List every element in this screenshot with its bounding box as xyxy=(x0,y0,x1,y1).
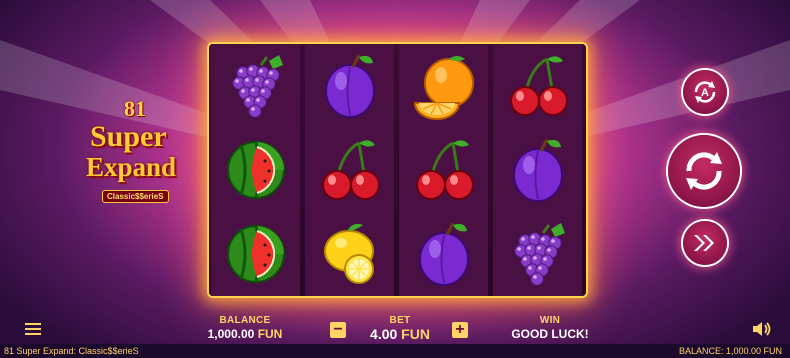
plum-icon xyxy=(324,54,375,118)
balance-currency: FUN xyxy=(257,327,283,341)
grapes-icon xyxy=(513,223,565,286)
cherries-icon xyxy=(321,140,380,200)
lemon-icon xyxy=(323,223,374,284)
speaker-icon xyxy=(753,322,771,336)
cherries-symbol xyxy=(493,44,582,128)
win-value: GOOD LUCK! xyxy=(511,327,589,341)
bet-plus-button[interactable]: + xyxy=(452,322,468,338)
orange-symbol xyxy=(399,44,488,128)
reel-1 xyxy=(211,44,300,296)
win-label: WIN xyxy=(539,315,561,326)
plum-icon xyxy=(418,222,469,286)
plum-symbol xyxy=(493,128,582,212)
reels-area xyxy=(209,44,586,296)
game-logo: 81 Super Expand Classic$$erieS xyxy=(84,96,204,210)
cherries-icon xyxy=(415,140,474,200)
plum-symbol xyxy=(305,44,394,128)
watermelon-icon xyxy=(226,141,285,199)
reel-2 xyxy=(305,44,394,296)
cherries-symbol xyxy=(305,128,394,212)
footer-bar: 81 Super Expand: Classic$$erieS BALANCE:… xyxy=(0,344,790,358)
balance-display: BALANCE 1,000.00 FUN xyxy=(200,315,290,342)
lemon-symbol xyxy=(305,212,394,296)
spin-arrows-icon xyxy=(686,152,722,190)
balance-label: BALANCE xyxy=(219,315,271,326)
win-display: WIN GOOD LUCK! xyxy=(505,315,595,342)
reel-4 xyxy=(493,44,582,296)
bet-value: 4.00 xyxy=(370,326,398,342)
cherries-symbol xyxy=(399,128,488,212)
balance-value: 1,000.00 xyxy=(207,327,255,341)
bet-display: BET 4.00 FUN xyxy=(355,315,445,342)
reel-3 xyxy=(399,44,488,296)
spin-button[interactable] xyxy=(668,135,740,207)
bet-minus-button[interactable]: − xyxy=(330,322,346,338)
logo-line2: Expand xyxy=(86,152,177,182)
logo-series: Classic$$erieS xyxy=(102,190,169,203)
plus-icon: + xyxy=(455,321,465,338)
autoplay-a-icon: A xyxy=(694,81,716,103)
menu-button[interactable] xyxy=(25,322,41,336)
watermelon-symbol xyxy=(211,212,300,296)
sound-button[interactable] xyxy=(752,321,772,337)
minus-icon: − xyxy=(333,321,343,338)
grapes-icon xyxy=(231,55,283,118)
grapes-symbol xyxy=(211,44,300,128)
plum-icon xyxy=(512,138,563,202)
logo-number: 81 xyxy=(124,96,146,121)
svg-text:A: A xyxy=(701,87,709,99)
cherries-icon xyxy=(509,56,568,116)
autoplay-button[interactable]: A xyxy=(683,70,727,114)
bet-currency: FUN xyxy=(401,326,430,342)
logo-line1: Super xyxy=(90,120,167,153)
footer-balance: BALANCE: 1,000.00 FUN xyxy=(678,346,782,356)
grapes-symbol xyxy=(493,212,582,296)
turbo-button[interactable] xyxy=(683,221,727,265)
plum-symbol xyxy=(399,212,488,296)
hamburger-menu-icon xyxy=(25,323,41,335)
fast-forward-icon xyxy=(694,235,714,251)
orange-icon xyxy=(413,56,474,120)
footer-game-name: 81 Super Expand: Classic$$erieS xyxy=(4,346,139,356)
watermelon-symbol xyxy=(211,128,300,212)
watermelon-icon xyxy=(226,225,285,283)
